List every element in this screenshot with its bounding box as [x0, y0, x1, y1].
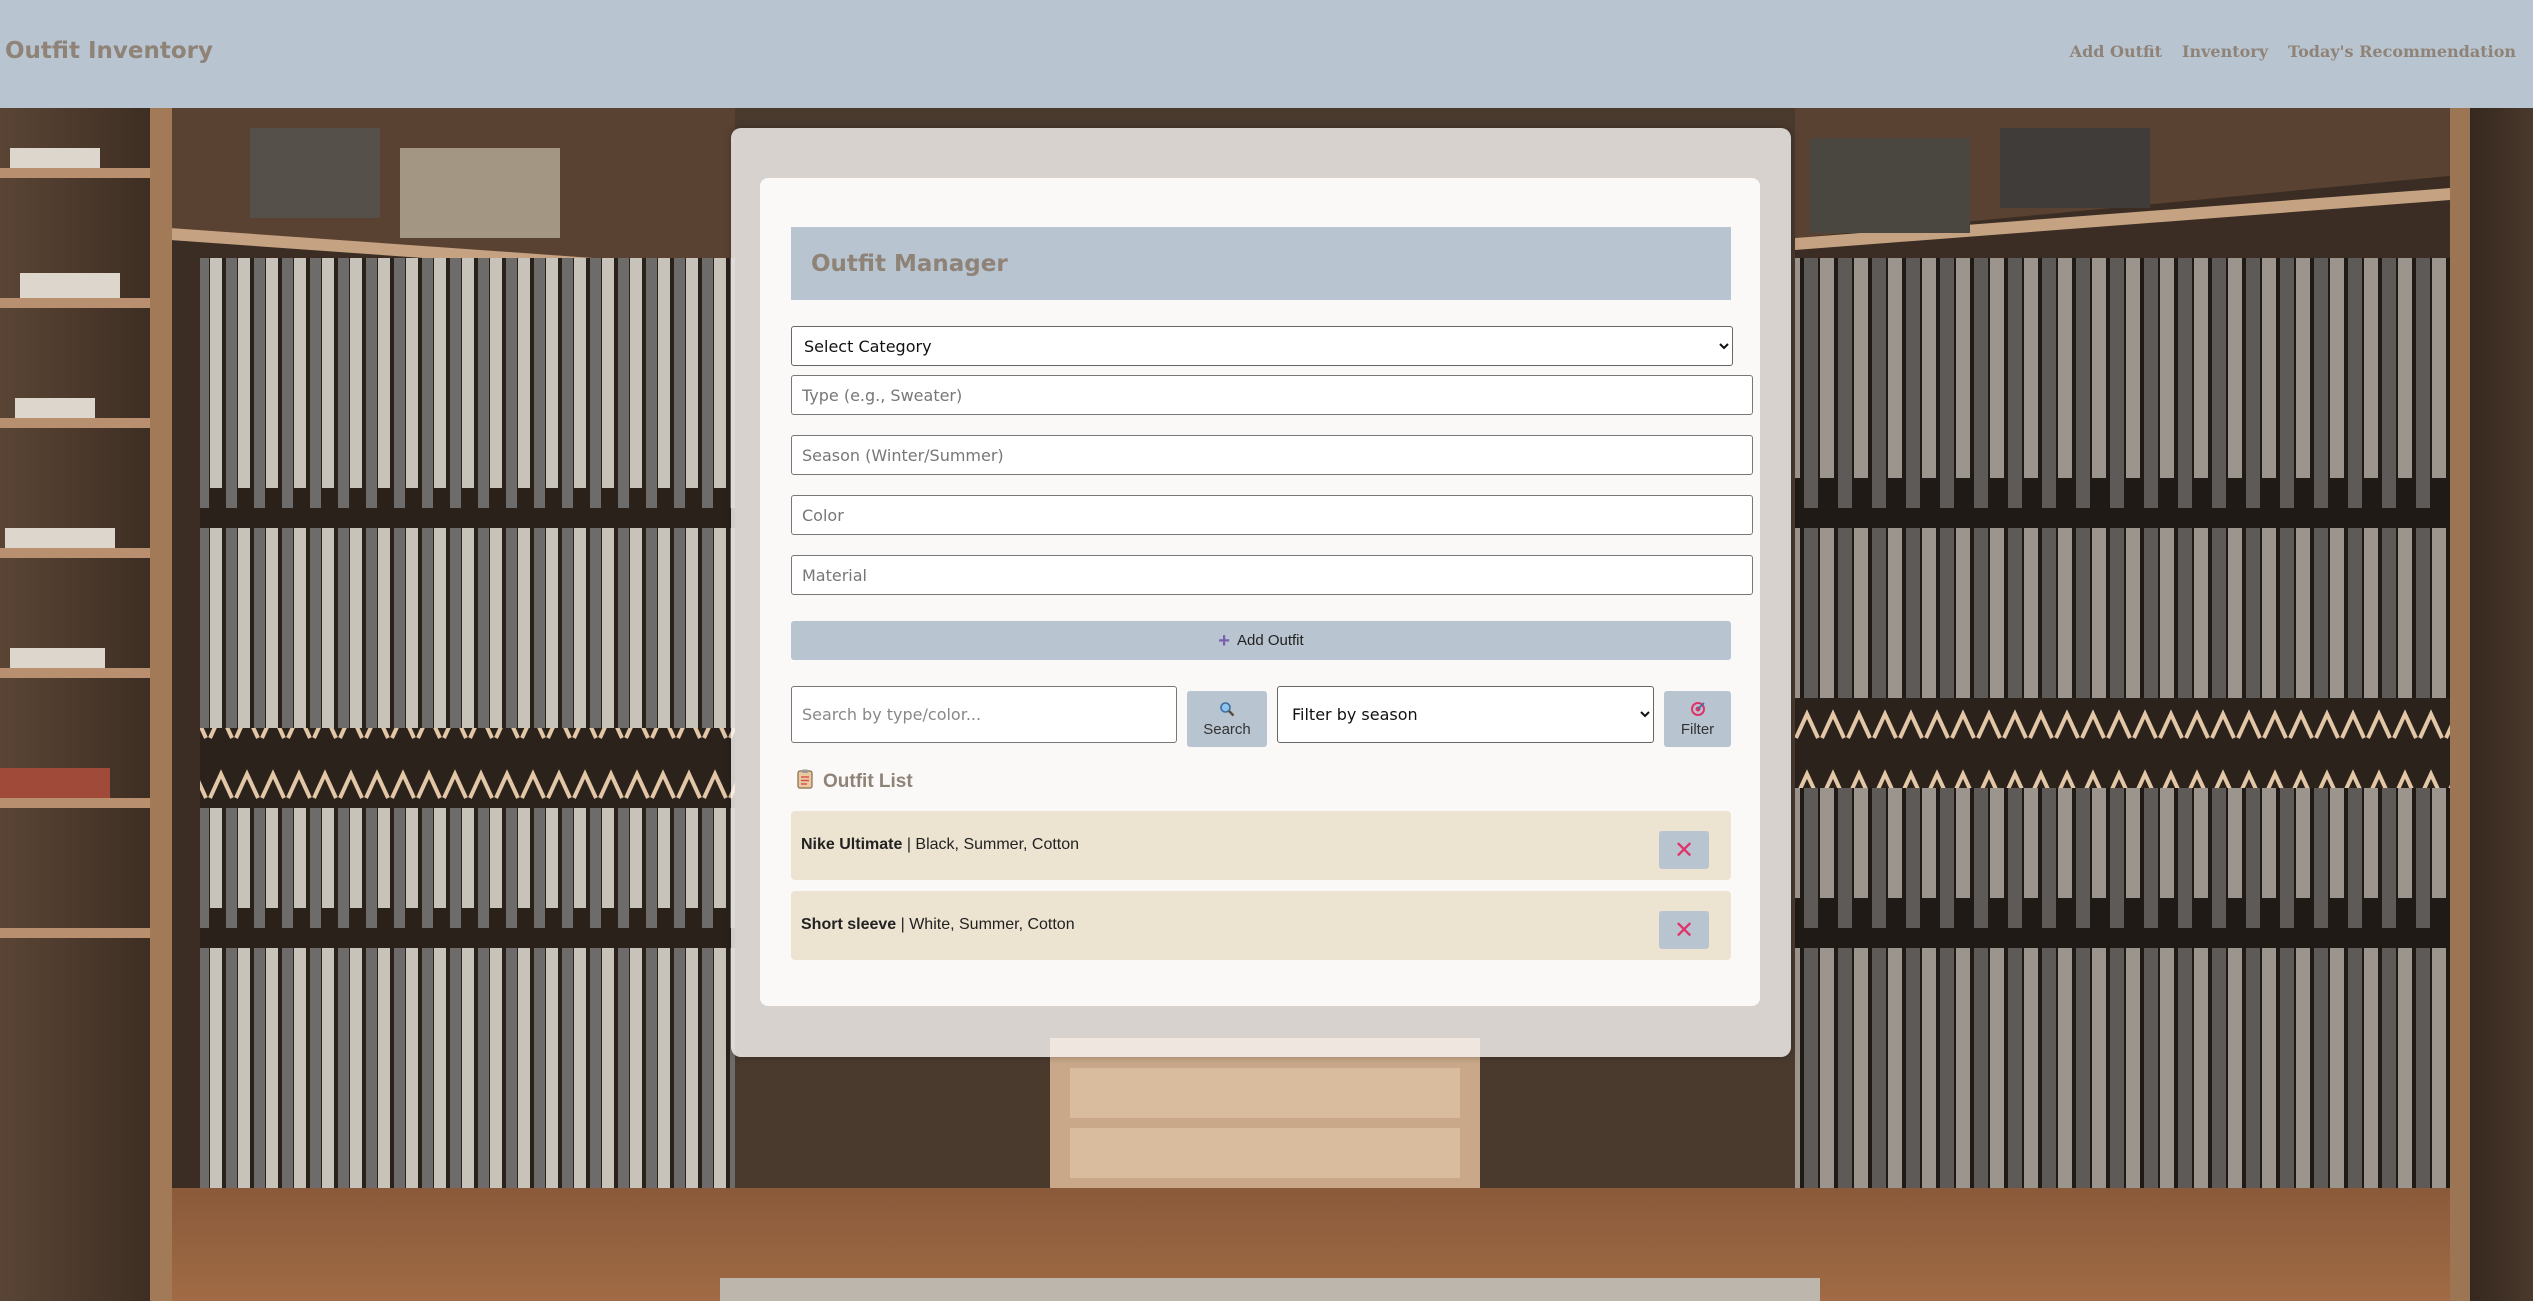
- category-select[interactable]: Select Category: [791, 326, 1733, 366]
- brand-title[interactable]: Outfit Inventory: [5, 38, 213, 64]
- color-field[interactable]: [791, 495, 1753, 535]
- list-item-name: Nike Ultimate: [801, 836, 903, 853]
- clipboard-icon: [797, 769, 813, 795]
- nav-links: Add Outfit Inventory Today's Recommendat…: [2070, 42, 2516, 61]
- list-item-text: Nike Ultimate | Black, Summer, Cotton: [801, 836, 1079, 854]
- search-button-label: Search: [1203, 720, 1251, 738]
- filter-button-label: Filter: [1680, 720, 1715, 738]
- outfit-list-title: Outfit List: [823, 771, 913, 792]
- season-filter-select[interactable]: Filter by season: [1277, 686, 1654, 743]
- plus-icon: +: [1218, 629, 1230, 652]
- search-input[interactable]: [791, 686, 1177, 743]
- list-item-name: Short sleeve: [801, 916, 897, 933]
- type-field[interactable]: [791, 375, 1753, 415]
- list-item: Short sleeve | White, Summer, Cotton ✕: [791, 891, 1731, 960]
- season-field[interactable]: [791, 435, 1753, 475]
- filter-button[interactable]: Filter: [1664, 691, 1731, 747]
- delete-button[interactable]: ✕: [1659, 911, 1709, 949]
- material-field[interactable]: [791, 555, 1753, 595]
- top-navbar: Outfit Inventory Add Outfit Inventory To…: [0, 0, 2533, 108]
- list-item-text: Short sleeve | White, Summer, Cotton: [801, 916, 1075, 934]
- list-item-details: | White, Summer, Cotton: [896, 916, 1075, 933]
- add-outfit-label: Add Outfit: [1236, 632, 1304, 649]
- magnifier-icon: [1219, 701, 1235, 721]
- search-button[interactable]: Search: [1187, 691, 1267, 747]
- nav-link-todays-recommendation[interactable]: Today's Recommendation: [2288, 42, 2516, 61]
- nav-link-add-outfit[interactable]: Add Outfit: [2070, 42, 2162, 61]
- close-icon: ✕: [1673, 836, 1695, 864]
- add-outfit-button[interactable]: + Add Outfit: [791, 621, 1731, 660]
- list-item-details: | Black, Summer, Cotton: [902, 836, 1080, 853]
- list-item: Nike Ultimate | Black, Summer, Cotton ✕: [791, 811, 1731, 880]
- close-icon: ✕: [1673, 916, 1695, 944]
- delete-button[interactable]: ✕: [1659, 831, 1709, 869]
- nav-link-inventory[interactable]: Inventory: [2182, 42, 2268, 61]
- manager-header: Outfit Manager: [791, 227, 1731, 300]
- outfit-list-heading: Outfit List: [797, 769, 913, 795]
- target-icon: [1690, 701, 1706, 721]
- page-title: Outfit Manager: [811, 251, 1008, 277]
